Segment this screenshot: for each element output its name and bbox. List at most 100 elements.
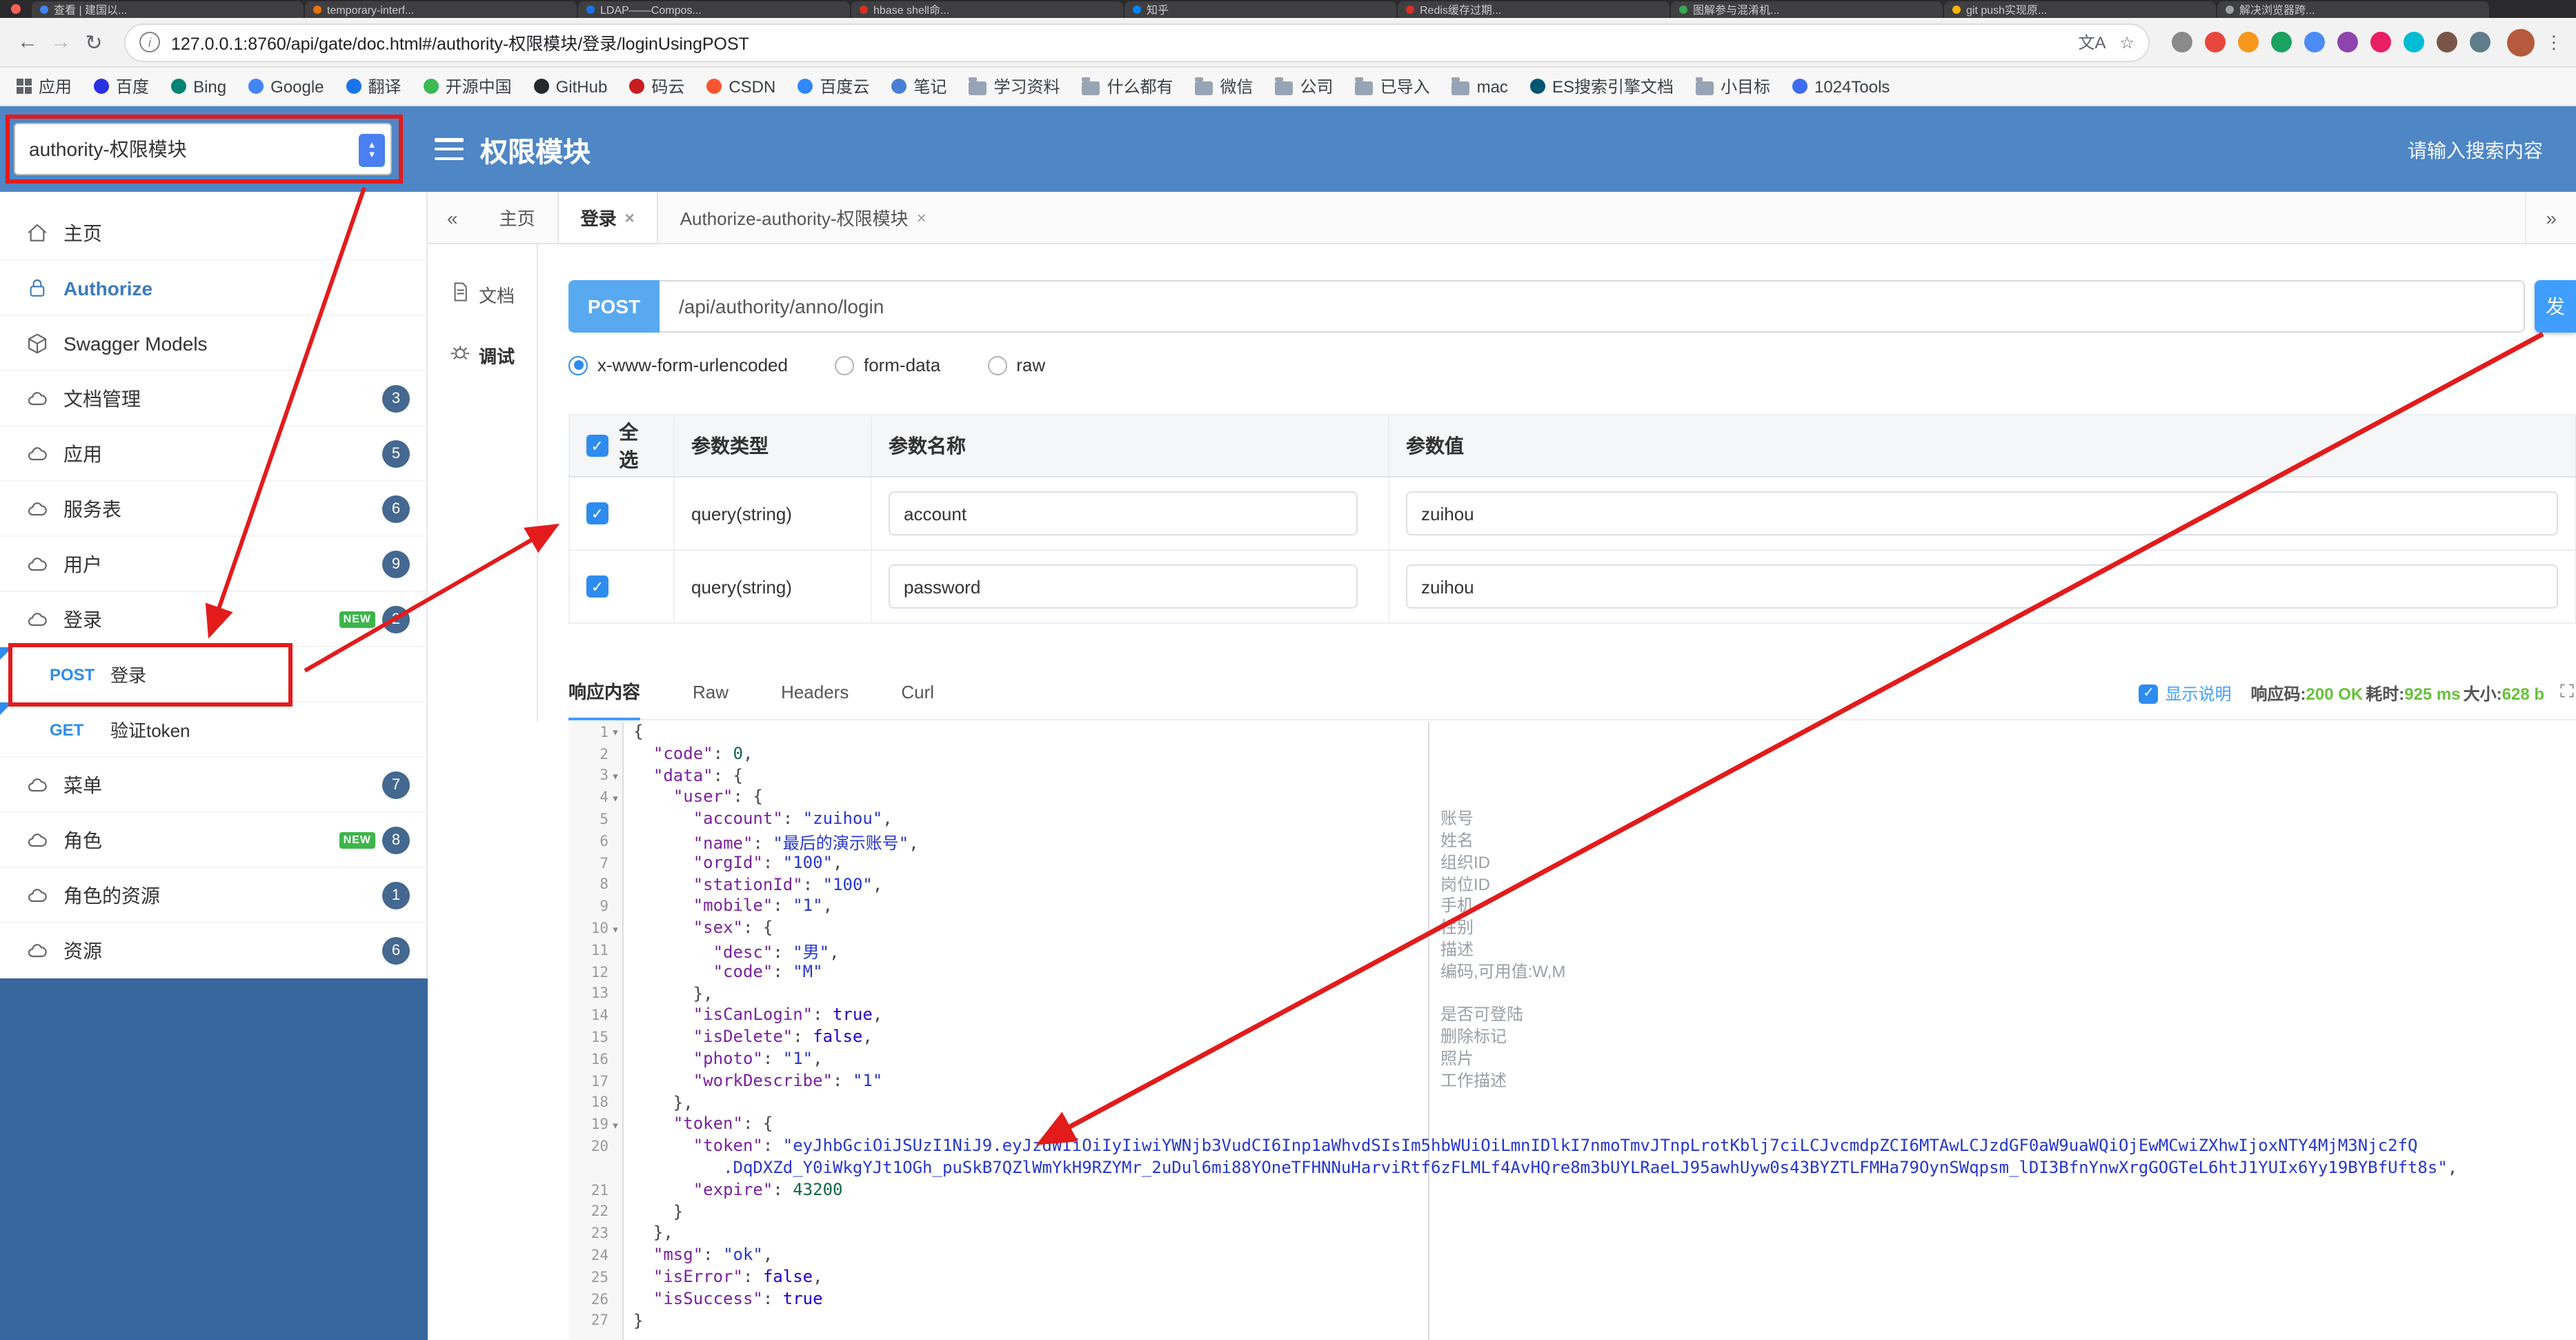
browser-tab[interactable]: 查看 | 建国以... bbox=[32, 1, 304, 18]
send-button[interactable]: 发 bbox=[2535, 280, 2576, 333]
profile-avatar[interactable] bbox=[2507, 28, 2535, 56]
response-tab[interactable]: Raw bbox=[693, 667, 729, 720]
sidebar-item[interactable]: 应用 5 bbox=[0, 426, 426, 482]
fold-icon[interactable]: ▾ bbox=[608, 1119, 622, 1131]
doc-tab[interactable]: 主页 bbox=[477, 192, 557, 243]
param-value-input[interactable] bbox=[1406, 491, 2558, 535]
sidebar-item[interactable]: 文档管理 3 bbox=[0, 371, 426, 426]
site-info-icon[interactable]: i bbox=[139, 32, 160, 52]
bookmark-item[interactable]: 已导入 bbox=[1355, 75, 1430, 98]
row-checkbox[interactable]: ✓ bbox=[586, 502, 608, 525]
browser-tab[interactable]: hbase shell命... bbox=[851, 1, 1123, 18]
browser-tab[interactable]: git push实现原... bbox=[1944, 1, 2216, 18]
radio-icon[interactable] bbox=[834, 355, 854, 375]
extension-icon[interactable] bbox=[2205, 32, 2226, 52]
response-body-viewer[interactable]: 1 ▾ 2 3 ▾ 4 ▾ 5 6 7 8 9 10 ▾ 11 12 13 14 15 16 17 18 19 ▾ 20 21 22… bbox=[568, 722, 2576, 1340]
sidebar-item[interactable]: 资源 6 bbox=[0, 923, 426, 978]
bookmark-item[interactable]: 1024Tools bbox=[1792, 77, 1890, 96]
bookmark-item[interactable]: 翻译 bbox=[346, 75, 402, 98]
translate-icon[interactable]: 文A bbox=[2078, 30, 2106, 54]
bookmark-item[interactable]: 什么都有 bbox=[1082, 75, 1173, 98]
sidebar-item[interactable]: 角色 NEW 8 bbox=[0, 813, 426, 868]
fold-icon[interactable]: ▾ bbox=[608, 792, 622, 805]
sidebar-item[interactable]: 登录 NEW 2 bbox=[0, 592, 426, 647]
radio-icon[interactable] bbox=[568, 355, 588, 375]
bookmark-star-icon[interactable]: ☆ bbox=[2119, 32, 2134, 52]
sidebar-item[interactable]: 服务表 6 bbox=[0, 482, 426, 537]
extension-icon[interactable] bbox=[2271, 32, 2292, 52]
browser-tab[interactable]: temporary-interf... bbox=[305, 1, 577, 18]
url-text[interactable]: 127.0.0.1:8760/api/gate/doc.html#/author… bbox=[171, 29, 2064, 55]
bookmark-item[interactable]: CSDN bbox=[706, 77, 775, 96]
extension-icon[interactable] bbox=[2470, 32, 2490, 52]
param-name-input[interactable] bbox=[889, 564, 1358, 609]
fold-icon[interactable]: ▾ bbox=[608, 727, 622, 739]
bookmark-item[interactable]: 百度云 bbox=[797, 75, 869, 98]
request-url[interactable]: /api/authority/anno/login bbox=[660, 280, 2525, 333]
response-tab[interactable]: Curl bbox=[901, 667, 934, 720]
fold-icon[interactable]: ▾ bbox=[608, 923, 622, 935]
extension-icon[interactable] bbox=[2304, 32, 2325, 52]
response-tab[interactable]: 响应内容 bbox=[568, 667, 641, 720]
extension-icon[interactable] bbox=[2337, 32, 2358, 52]
extension-icon[interactable] bbox=[2370, 32, 2391, 52]
fold-icon[interactable]: ▾ bbox=[608, 770, 622, 782]
bookmark-item[interactable]: 开源中国 bbox=[423, 75, 512, 98]
sidebar-item[interactable]: Authorize bbox=[0, 261, 426, 316]
bookmark-item[interactable]: GitHub bbox=[533, 77, 607, 96]
param-value-input[interactable] bbox=[1406, 564, 2558, 609]
bookmark-item[interactable]: 公司 bbox=[1275, 75, 1334, 98]
close-icon[interactable]: × bbox=[625, 208, 635, 227]
show-desc-checkbox[interactable]: ✓ bbox=[2139, 684, 2159, 703]
content-type-radio[interactable]: form-data bbox=[834, 355, 940, 375]
close-icon[interactable]: × bbox=[917, 208, 927, 227]
browser-menu-icon[interactable]: ⋮ bbox=[2543, 31, 2565, 53]
bookmark-item[interactable]: ES搜索引擎文档 bbox=[1529, 75, 1674, 98]
window-close-button[interactable] bbox=[11, 4, 21, 14]
doc-tab[interactable]: 登录 × bbox=[557, 192, 658, 243]
bookmark-item[interactable]: 百度 bbox=[94, 75, 149, 98]
search-input[interactable]: 请输入搜索内容 bbox=[2408, 137, 2543, 164]
radio-icon[interactable] bbox=[987, 355, 1007, 375]
bookmark-item[interactable]: 小目标 bbox=[1695, 75, 1770, 98]
browser-tab[interactable]: 解决浏览器跨... bbox=[2217, 1, 2489, 18]
tabs-scroll-right-icon[interactable]: » bbox=[2525, 192, 2576, 243]
fullscreen-icon[interactable] bbox=[2558, 681, 2576, 706]
sidebar-item[interactable]: 角色的资源 1 bbox=[0, 868, 426, 923]
browser-tab[interactable]: LDAP——Compos... bbox=[578, 1, 850, 18]
sidebar-item[interactable]: 用户 9 bbox=[0, 537, 426, 592]
bookmark-item[interactable]: Bing bbox=[171, 77, 226, 96]
browser-tab[interactable]: 知乎 bbox=[1124, 1, 1396, 18]
select-all-checkbox[interactable]: ✓ bbox=[586, 435, 608, 457]
bookmark-item[interactable]: 码云 bbox=[629, 75, 684, 98]
row-checkbox[interactable]: ✓ bbox=[586, 575, 608, 598]
response-tab[interactable]: Headers bbox=[781, 667, 849, 720]
extension-icon[interactable] bbox=[2404, 32, 2424, 52]
content-type-radio[interactable]: x-www-form-urlencoded bbox=[568, 355, 788, 375]
forward-icon[interactable]: → bbox=[44, 30, 77, 54]
browser-tab[interactable]: Redis缓存过期... bbox=[1398, 1, 1670, 18]
reload-icon[interactable]: ↻ bbox=[77, 30, 110, 55]
sidebar-item[interactable]: 菜单 7 bbox=[0, 758, 426, 813]
param-name-input[interactable] bbox=[889, 491, 1358, 535]
bookmark-item[interactable]: 微信 bbox=[1195, 75, 1254, 98]
bookmark-item[interactable]: Google bbox=[248, 77, 324, 96]
panel-tab-debug[interactable]: 调试 bbox=[428, 324, 537, 385]
browser-tab[interactable]: 图解参与混淆机... bbox=[1671, 1, 1943, 18]
content-type-radio[interactable]: raw bbox=[987, 355, 1045, 375]
sidebar-api-item[interactable]: GET 验证token bbox=[0, 702, 426, 758]
tabs-scroll-left-icon[interactable]: « bbox=[428, 192, 477, 243]
doc-tab[interactable]: Authorize-authority-权限模块 × bbox=[658, 192, 949, 243]
panel-tab-doc[interactable]: 文档 bbox=[428, 264, 537, 324]
omnibox[interactable]: i 127.0.0.1:8760/api/gate/doc.html#/auth… bbox=[124, 23, 2150, 61]
bookmark-item[interactable]: mac bbox=[1452, 77, 1508, 96]
extension-icon[interactable] bbox=[2238, 32, 2259, 52]
back-icon[interactable]: ← bbox=[11, 30, 44, 54]
bookmark-item[interactable]: 学习资料 bbox=[969, 75, 1060, 98]
extension-icon[interactable] bbox=[2172, 32, 2192, 52]
sidebar-item[interactable]: 主页 bbox=[0, 206, 426, 261]
menu-toggle-icon[interactable] bbox=[435, 138, 464, 160]
bookmark-item[interactable]: 笔记 bbox=[891, 75, 947, 98]
extension-icon[interactable] bbox=[2437, 32, 2457, 52]
bookmark-item[interactable]: 应用 bbox=[17, 75, 72, 98]
